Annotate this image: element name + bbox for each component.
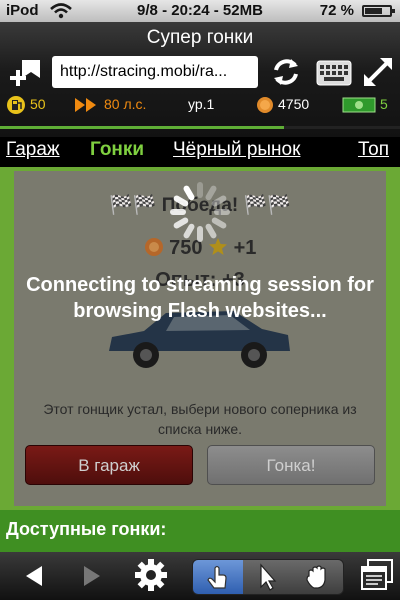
money-icon bbox=[342, 97, 376, 113]
interaction-mode-group bbox=[192, 559, 344, 595]
to-garage-button[interactable]: В гараж bbox=[25, 445, 193, 485]
spinner-spoke bbox=[197, 226, 203, 242]
tabs-icon[interactable] bbox=[360, 558, 394, 592]
speed-arrows-icon bbox=[75, 98, 96, 113]
cash-stat: 5 bbox=[342, 94, 388, 114]
bookmark-add-icon[interactable] bbox=[8, 56, 44, 88]
coin-icon bbox=[257, 97, 273, 114]
spinner-spoke bbox=[211, 195, 227, 207]
available-races-header: Доступные гонки: bbox=[0, 510, 400, 552]
battery-percent: 72 % bbox=[319, 2, 354, 19]
available-races-label: Доступные гонки: bbox=[6, 519, 167, 539]
tired-message: Этот гонщик устал, выбери нового соперни… bbox=[43, 401, 357, 437]
spinner-spoke bbox=[170, 209, 186, 215]
level-progress-fill bbox=[0, 126, 284, 129]
coin-icon bbox=[144, 238, 163, 256]
fuel-value: 50 bbox=[30, 96, 46, 112]
pointing-hand-icon bbox=[207, 565, 227, 589]
battery-icon bbox=[362, 5, 395, 17]
spinner-spoke bbox=[214, 209, 230, 215]
nav-top[interactable]: Топ bbox=[358, 139, 389, 161]
spinner-spoke bbox=[183, 223, 195, 239]
horsepower-stat: 80 л.с. bbox=[74, 94, 146, 114]
bottom-toolbar bbox=[0, 552, 400, 600]
grab-hand-icon bbox=[306, 565, 326, 589]
nav-black-market[interactable]: Чёрный рынок bbox=[173, 139, 300, 161]
url-field[interactable]: http://stracing.mobi/ra... bbox=[52, 56, 258, 88]
fuel-stat: 50 bbox=[6, 94, 46, 115]
spinner-spoke bbox=[173, 195, 189, 207]
nav-races[interactable]: Гонки bbox=[90, 139, 144, 161]
pan-mode-button[interactable] bbox=[293, 560, 343, 594]
game-stats-bar: 50 80 л.с. ур.1 4750 5 bbox=[0, 94, 400, 116]
coins-value: 4750 bbox=[278, 96, 310, 112]
arrow-cursor-icon bbox=[260, 563, 277, 591]
loading-message: Connecting to streaming session for brow… bbox=[26, 274, 374, 322]
spinner-spoke bbox=[205, 223, 217, 239]
fullscreen-icon[interactable] bbox=[362, 56, 394, 88]
keyboard-icon[interactable] bbox=[316, 60, 352, 86]
horsepower-value: 80 л.с. bbox=[104, 96, 147, 112]
status-bar: iPod 9/8 - 20:24 - 52MB 72 % bbox=[0, 0, 400, 22]
fuel-icon bbox=[7, 96, 25, 115]
coins-stat: 4750 bbox=[256, 94, 309, 114]
cursor-mode-button[interactable] bbox=[243, 560, 293, 594]
spinner-spoke bbox=[205, 185, 217, 201]
page-title: Супер гонки bbox=[146, 27, 254, 48]
spinner-spoke bbox=[197, 182, 203, 198]
level-stat: ур.1 bbox=[188, 96, 215, 112]
loading-spinner-icon bbox=[170, 182, 230, 242]
spinner-spoke bbox=[173, 217, 189, 229]
battery-level-fill bbox=[365, 8, 383, 14]
back-arrow-icon[interactable] bbox=[22, 564, 46, 588]
browser-toolbar: Супер гонки http://stracing.mobi/ra... 5… bbox=[0, 22, 400, 147]
reload-icon[interactable] bbox=[270, 56, 302, 88]
site-nav: Гараж Гонки Чёрный рынок Топ bbox=[0, 137, 400, 167]
reward-stars: +1 bbox=[233, 237, 257, 259]
nav-garage[interactable]: Гараж bbox=[6, 139, 60, 161]
forward-arrow-icon[interactable] bbox=[80, 564, 104, 588]
spinner-spoke bbox=[211, 217, 227, 229]
touch-mode-button[interactable] bbox=[193, 560, 243, 594]
settings-gear-icon[interactable] bbox=[134, 558, 168, 592]
spinner-spoke bbox=[183, 185, 195, 201]
level-progress-bar bbox=[0, 126, 400, 129]
cash-value: 5 bbox=[380, 96, 388, 112]
race-button[interactable]: Гонка! bbox=[207, 445, 375, 485]
